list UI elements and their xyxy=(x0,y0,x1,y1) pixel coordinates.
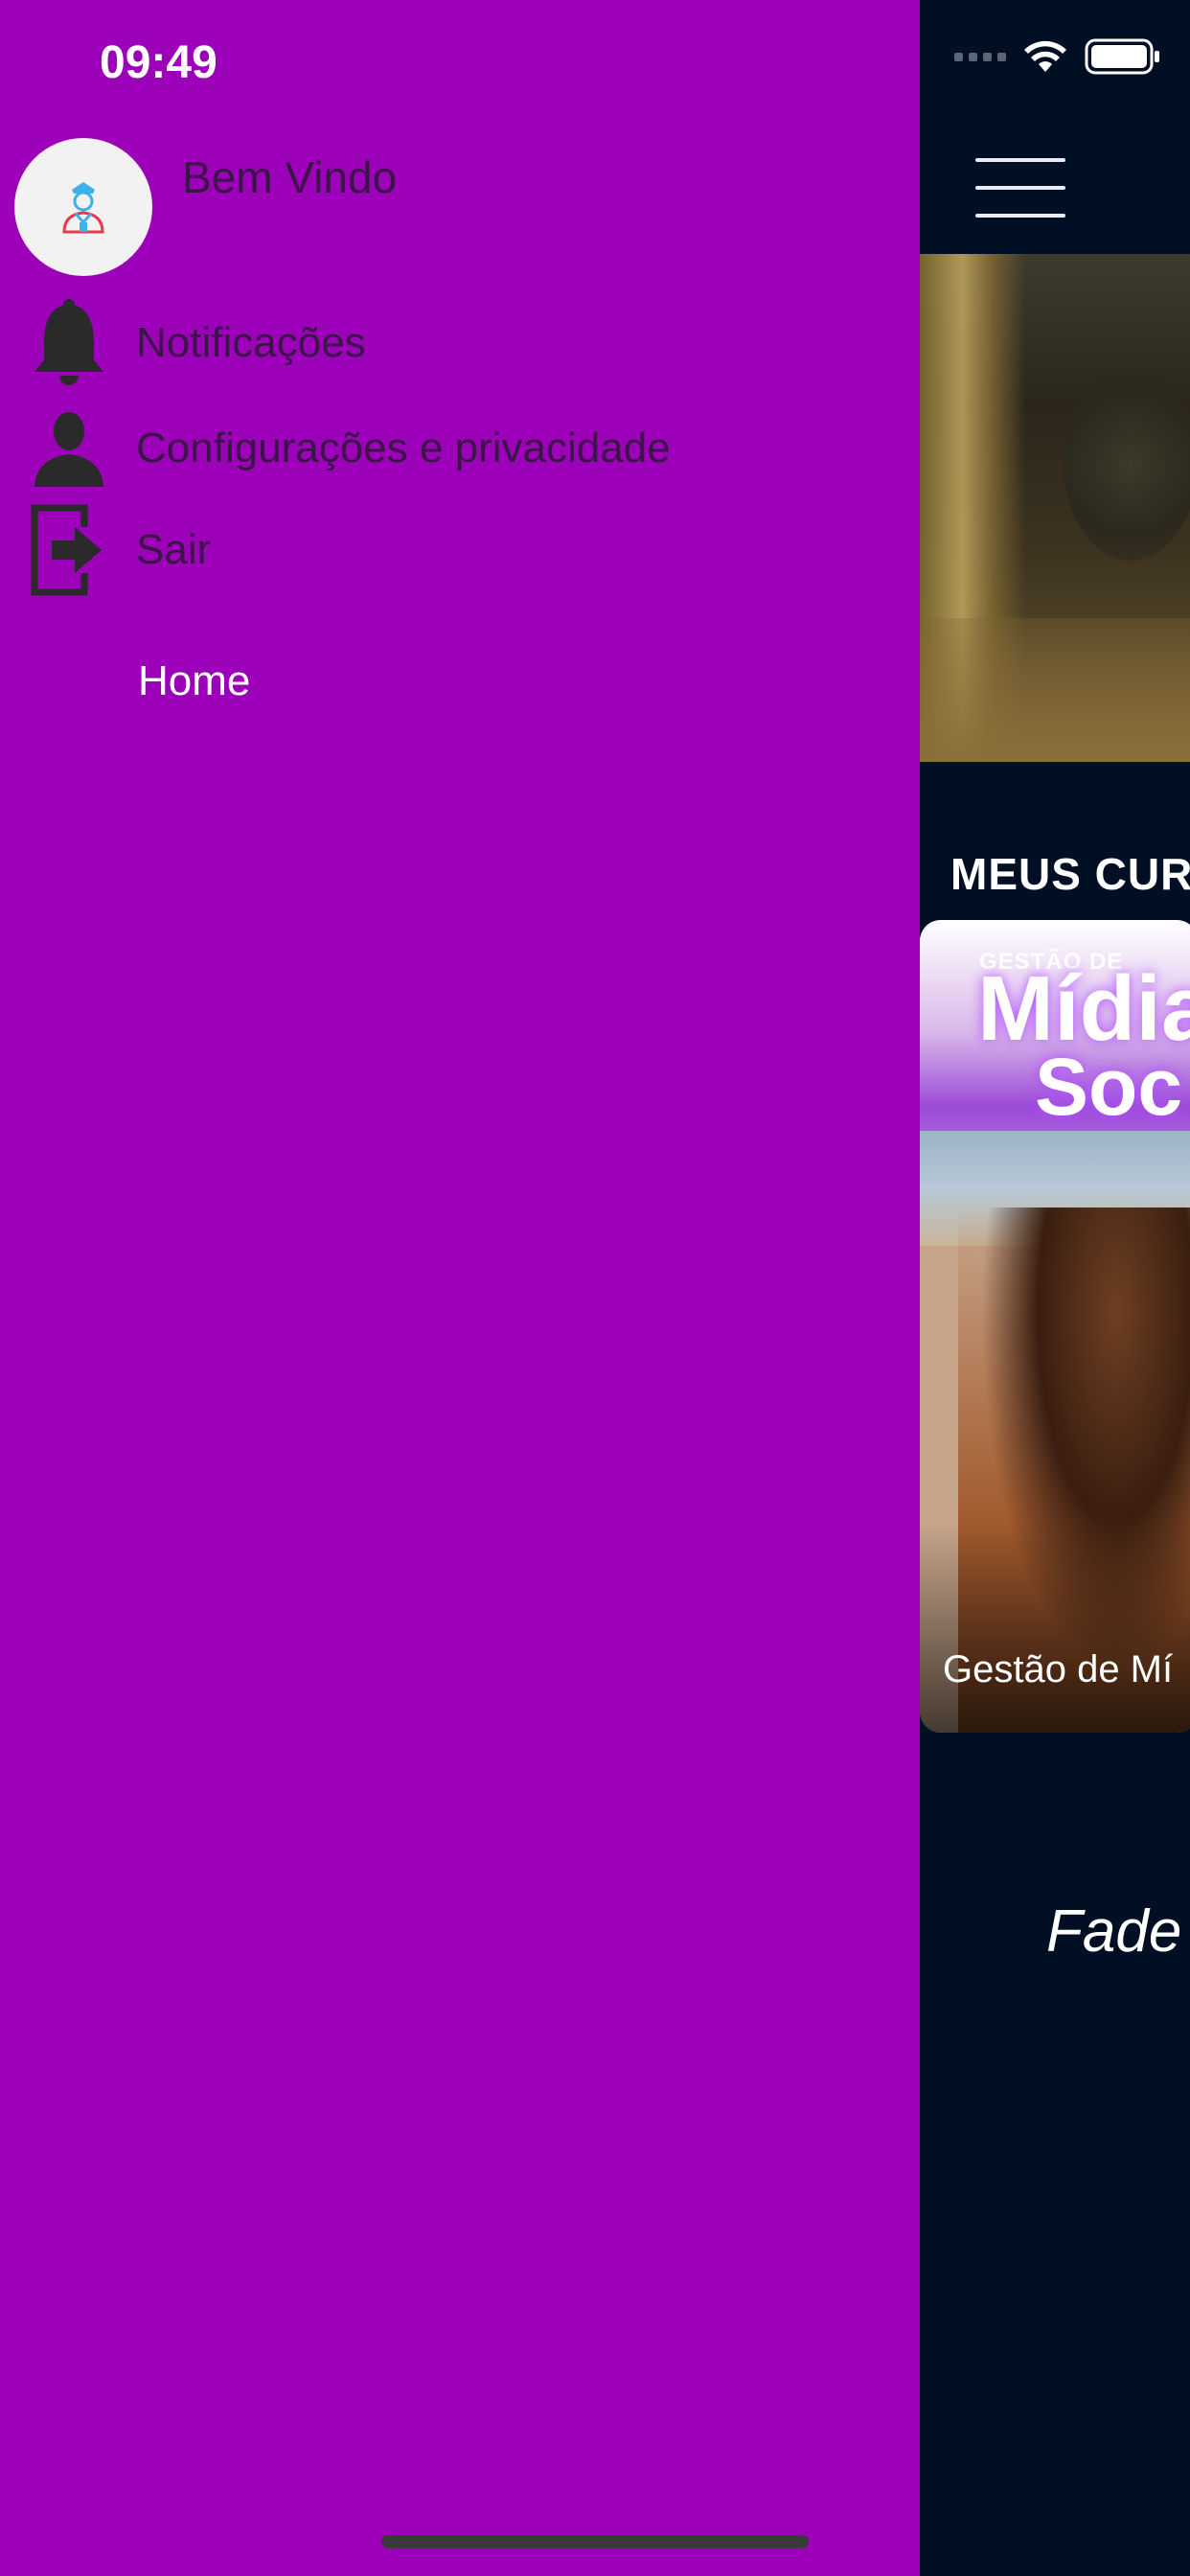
course-card[interactable]: GESTÃO DE Mídia Soc Gestão de Mí xyxy=(920,920,1190,1733)
menu-item-notifications[interactable]: Notificações xyxy=(29,297,366,389)
course-card-title-line2: Soc xyxy=(1035,1042,1183,1132)
status-time: 09:49 xyxy=(100,37,217,88)
home-indicator[interactable] xyxy=(381,2535,809,2548)
hamburger-menu-icon[interactable] xyxy=(975,158,1065,219)
wifi-icon xyxy=(1024,40,1066,72)
welcome-text: Bem Vindo xyxy=(182,152,398,202)
battery-icon xyxy=(1085,38,1159,75)
course-card-caption: Gestão de Mí xyxy=(943,1648,1174,1690)
status-icons xyxy=(954,38,1161,75)
my-courses-heading: MEUS CUR xyxy=(950,849,1190,899)
hero-banner-image xyxy=(920,254,1190,762)
menu-item-label: Configurações e privacidade xyxy=(136,425,671,472)
person-icon xyxy=(29,402,109,494)
user-avatar-icon xyxy=(62,182,104,234)
cellular-signal-icon xyxy=(954,52,1006,61)
menu-item-logout[interactable]: Sair xyxy=(29,504,211,596)
course-card-title-line1: Mídia xyxy=(977,957,1190,1060)
logout-icon xyxy=(29,504,109,596)
brand-logo: Fade xyxy=(1046,1898,1182,1965)
menu-item-settings-privacy[interactable]: Configurações e privacidade xyxy=(29,402,671,494)
menu-item-label: Sair xyxy=(136,526,212,573)
menu-item-label: Notificações xyxy=(136,319,366,366)
menu-item-home[interactable]: Home xyxy=(138,657,250,705)
side-drawer: 09:49 Bem Vindo Notificações Configuraçõ… xyxy=(0,0,920,2576)
bell-icon xyxy=(29,297,109,389)
avatar[interactable] xyxy=(14,138,152,276)
